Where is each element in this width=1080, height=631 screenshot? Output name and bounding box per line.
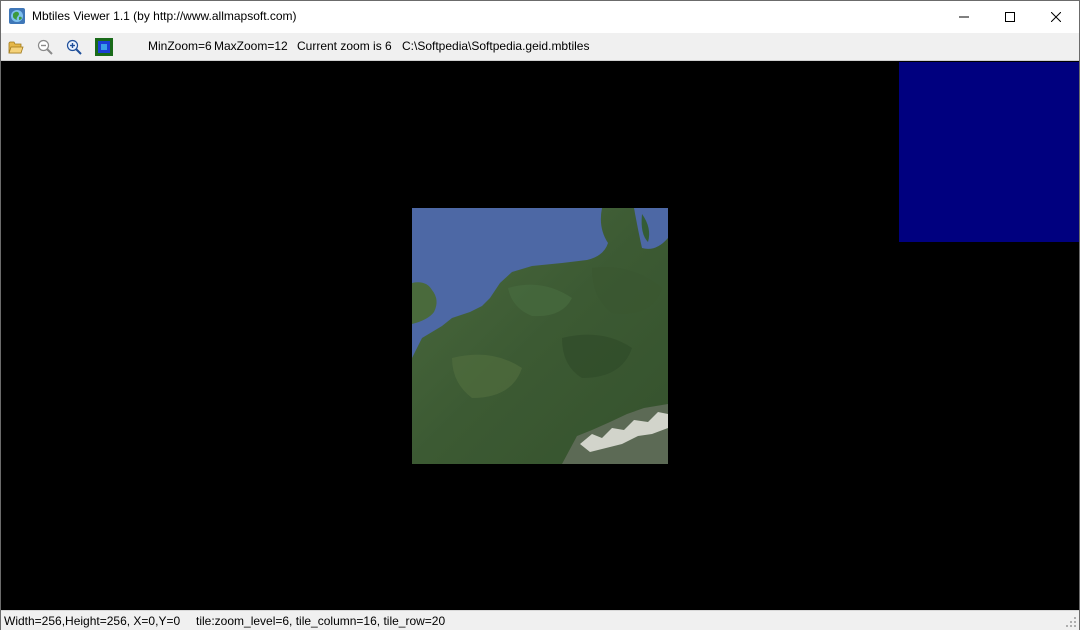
max-zoom-label: MaxZoom=12	[214, 39, 288, 53]
resize-grip-icon[interactable]	[1065, 616, 1077, 628]
current-zoom-label: Current zoom is 6	[297, 39, 392, 53]
tile-dimensions-status: Width=256,Height=256, X=0,Y=0	[4, 614, 181, 628]
minimize-icon	[959, 16, 969, 17]
zoom-out-icon	[37, 39, 53, 55]
map-canvas[interactable]	[1, 61, 1079, 610]
status-bar: Width=256,Height=256, X=0,Y=0 tile:zoom_…	[1, 610, 1079, 630]
window-title: Mbtiles Viewer 1.1 (by http://www.allmap…	[32, 9, 297, 23]
minimize-button[interactable]	[941, 1, 987, 32]
tile-view-button[interactable]	[93, 36, 114, 57]
globe-app-icon	[9, 8, 25, 24]
open-file-button[interactable]	[5, 36, 26, 57]
title-bar[interactable]: Mbtiles Viewer 1.1 (by http://www.allmap…	[1, 1, 1079, 32]
app-window: Mbtiles Viewer 1.1 (by http://www.allmap…	[0, 0, 1080, 630]
min-zoom-label: MinZoom=6	[148, 39, 212, 53]
toolbar: MinZoom=6 MaxZoom=12 Current zoom is 6 C…	[1, 33, 1079, 61]
overview-panel[interactable]	[899, 62, 1079, 242]
zoom-out-button[interactable]	[34, 36, 55, 57]
maximize-icon	[1005, 11, 1015, 22]
close-icon	[1051, 11, 1061, 22]
maximize-button[interactable]	[987, 1, 1033, 32]
tile-info-status: tile:zoom_level=6, tile_column=16, tile_…	[196, 614, 446, 628]
map-tile-image	[412, 208, 668, 464]
file-path-label: C:\Softpedia\Softpedia.geid.mbtiles	[402, 39, 590, 53]
folder-open-icon	[7, 41, 24, 53]
zoom-in-button[interactable]	[63, 36, 84, 57]
zoom-in-icon	[66, 39, 82, 55]
tile-view-icon	[94, 37, 113, 56]
close-button[interactable]	[1033, 1, 1079, 32]
